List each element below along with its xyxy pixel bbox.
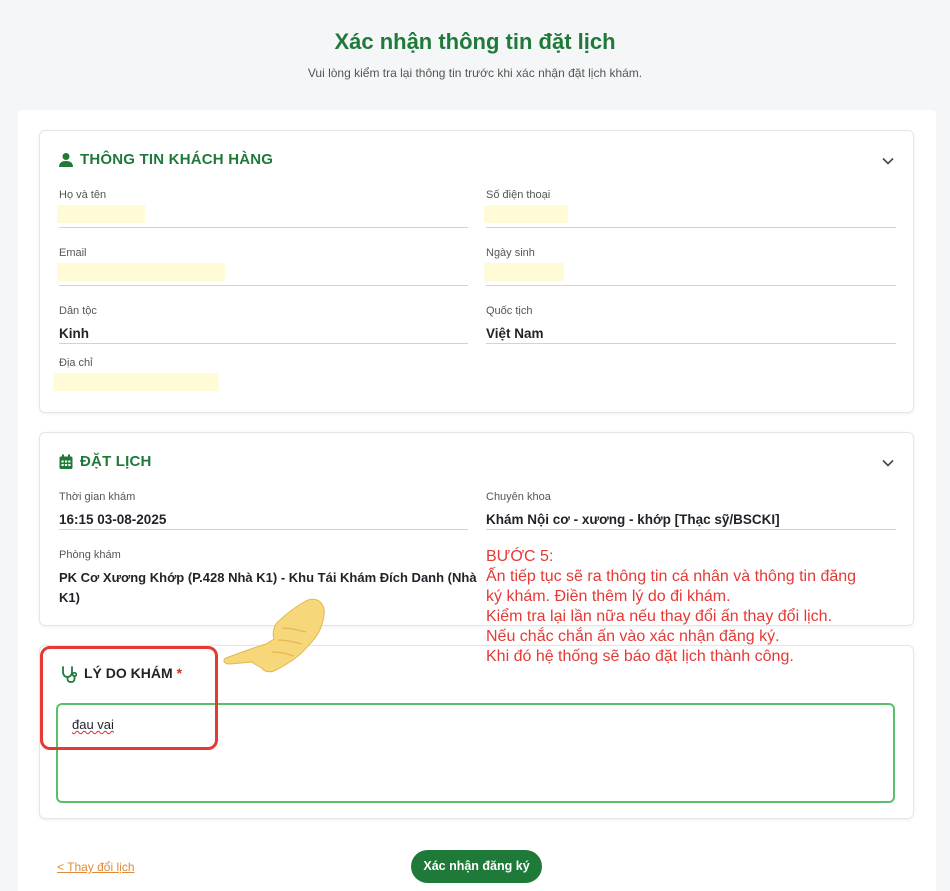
- nationality-field[interactable]: Quốc tịch Việt Nam: [486, 305, 896, 345]
- chevron-down-icon[interactable]: [881, 154, 895, 168]
- time-label: Thời gian khám: [59, 491, 136, 503]
- calendar-icon: [59, 454, 73, 469]
- page-subtitle: Vui lòng kiểm tra lại thông tin trước kh…: [307, 66, 643, 80]
- person-icon: [59, 153, 73, 167]
- email-field[interactable]: Email: [57, 247, 468, 287]
- field-underline: [486, 529, 896, 530]
- annotation-line: Khi đó hệ thống sẽ báo đặt lịch thành cô…: [486, 648, 794, 665]
- field-underline: [59, 227, 468, 228]
- clinic-value-line1: PK Cơ Xương Khớp (P.428 Nhà K1) - Khu Tá…: [59, 570, 477, 585]
- nationality-value: Việt Nam: [486, 326, 544, 341]
- nationality-label: Quốc tịch: [486, 305, 533, 317]
- name-field[interactable]: Họ và tên: [57, 189, 468, 229]
- specialty-value: Khám Nội cơ - xương - khớp [Thạc sỹ/BSCK…: [486, 512, 780, 527]
- phone-label: Số điện thoại: [486, 189, 551, 201]
- phone-value-redacted: [484, 205, 568, 223]
- annotation-line: Nếu chắc chắn ấn vào xác nhận đăng ký.: [486, 628, 780, 645]
- ethnicity-label: Dân tộc: [59, 305, 97, 317]
- name-label: Họ và tên: [59, 189, 107, 201]
- field-underline: [486, 227, 896, 228]
- field-underline: [486, 343, 896, 344]
- specialty-label: Chuyên khoa: [486, 491, 551, 503]
- name-value-redacted: [57, 205, 145, 223]
- dob-label: Ngày sinh: [486, 247, 535, 259]
- pointing-hand-icon: [223, 598, 325, 673]
- page-header: Xác nhận thông tin đặt lịch Vui lòng kiể…: [0, 0, 950, 110]
- annotation-line: Kiểm tra lại lần nữa nếu thay đổi ấn tha…: [486, 608, 833, 625]
- ethnicity-field[interactable]: Dân tộc Kinh: [59, 305, 468, 345]
- email-label: Email: [59, 247, 87, 259]
- highlight-frame: [40, 646, 218, 750]
- annotation-line: Ấn tiếp tục sẽ ra thông tin cá nhân và t…: [486, 568, 857, 585]
- customer-info-card: THÔNG TIN KHÁCH HÀNG Họ và tên Số điện t…: [39, 130, 914, 413]
- phone-field[interactable]: Số điện thoại: [484, 189, 896, 229]
- dob-value-redacted: [484, 263, 564, 281]
- ethnicity-value: Kinh: [59, 326, 89, 341]
- change-schedule-link[interactable]: < Thay đổi lịch: [57, 860, 135, 874]
- step-annotation: BƯỚC 5: Ấn tiếp tục sẽ ra thông tin cá n…: [486, 547, 926, 667]
- page-title: Xác nhận thông tin đặt lịch: [334, 29, 616, 54]
- clinic-label: Phòng khám: [59, 549, 121, 561]
- chevron-down-icon[interactable]: [881, 456, 895, 470]
- time-value: 16:15 03-08-2025: [59, 512, 167, 527]
- booking-title: ĐẶT LỊCH: [80, 453, 152, 470]
- address-field[interactable]: Địa chỉ: [53, 357, 468, 397]
- address-label: Địa chỉ: [59, 357, 93, 369]
- address-value-redacted: [53, 373, 219, 391]
- confirm-registration-button[interactable]: Xác nhận đăng ký: [411, 850, 542, 883]
- customer-info-title: THÔNG TIN KHÁCH HÀNG: [80, 151, 274, 168]
- field-underline: [59, 343, 468, 344]
- dob-field[interactable]: Ngày sinh: [484, 247, 896, 287]
- time-field[interactable]: Thời gian khám 16:15 03-08-2025: [59, 491, 468, 531]
- annotation-line: ký khám. Điền thêm lý do đi khám.: [486, 588, 731, 605]
- email-value-redacted: [57, 263, 225, 281]
- annotation-line: BƯỚC 5:: [486, 548, 554, 565]
- field-underline: [59, 529, 468, 530]
- field-underline: [59, 285, 468, 286]
- field-underline: [486, 285, 896, 286]
- specialty-field[interactable]: Chuyên khoa Khám Nội cơ - xương - khớp […: [486, 491, 896, 531]
